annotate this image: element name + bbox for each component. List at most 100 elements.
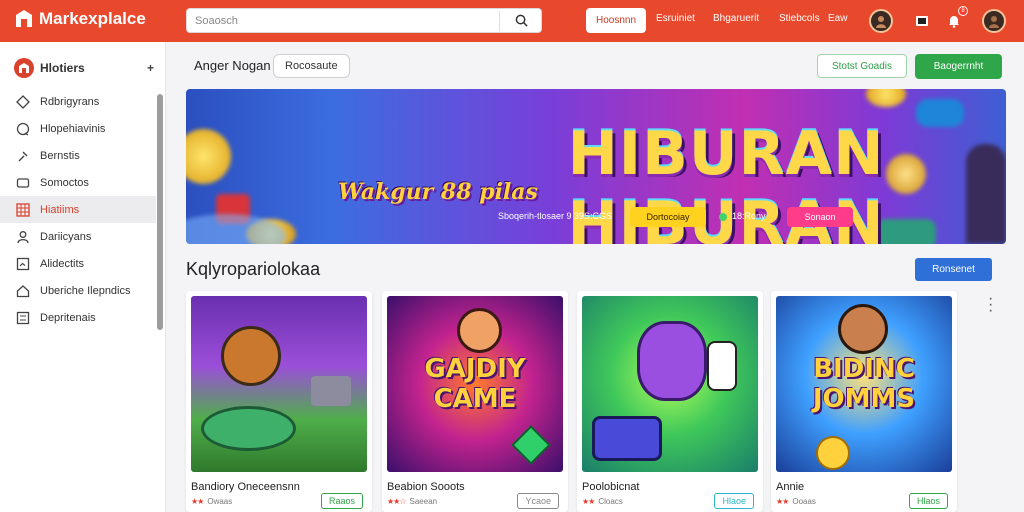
sidebar-item-8[interactable]: Uberiche Ilepndics	[0, 277, 156, 304]
game-card[interactable]: GAJDIY CAME Beabion Sooots ★★☆ Saeean Ycaoe	[382, 291, 568, 512]
top-bar: Markexplalce Hoosnnn Esruiniet Bhgarueri…	[0, 0, 1024, 42]
face-icon	[876, 16, 886, 28]
thumb-character	[457, 308, 502, 353]
search-icon	[515, 14, 528, 27]
rating-stars: ★★	[776, 497, 789, 506]
profile-avatar[interactable]	[982, 9, 1006, 33]
grid-icon	[16, 202, 30, 217]
game-thumbnail[interactable]: GAJDIY CAME	[387, 296, 563, 472]
primary-nav-button[interactable]: Hoosnnn	[586, 8, 647, 33]
page-title: Anger Nogan	[194, 58, 271, 73]
nav-link-4[interactable]: Eaw	[828, 13, 847, 24]
nav-link-1[interactable]: Esruiniet	[656, 13, 695, 24]
game-title[interactable]: Beabion Sooots	[387, 481, 465, 493]
sidebar-header[interactable]: Hlotiers +	[14, 58, 154, 78]
game-title[interactable]: Annie	[776, 481, 804, 493]
thumb-ufo	[201, 406, 296, 451]
app-title: Markexplalce	[39, 9, 146, 28]
diamond-icon	[16, 94, 30, 109]
section-title: Kqlyropariolokaa	[186, 259, 321, 279]
banner-coin	[186, 129, 231, 184]
rating-text: Saeean	[409, 497, 438, 506]
thumb-radio	[592, 416, 662, 461]
thumb-coin	[816, 436, 850, 470]
primary-action-button[interactable]: Baogerrnht	[915, 54, 1002, 79]
banner-coin	[866, 89, 906, 107]
sidebar-item-label: Somoctos	[40, 176, 89, 189]
home-icon	[16, 284, 30, 298]
game-action-pill[interactable]: Hlaos	[908, 493, 948, 509]
sidebar: Hlotiers + Rdbrigyrans Hlopehiavinis Berns…	[0, 42, 166, 512]
sidebar-item-label: Uberiche Ilepndics	[40, 284, 131, 297]
bell-icon	[949, 16, 959, 28]
rating-stars: ★★	[582, 497, 595, 506]
notification-badge: 8	[958, 6, 968, 16]
rating-text: Ooaas	[792, 497, 816, 506]
game-action-pill[interactable]: Ycaoe	[517, 493, 559, 509]
sidebar-item-label: Hlopehiavinis	[40, 122, 106, 135]
notifications-button[interactable]: 8	[942, 6, 968, 33]
thumb-gem	[511, 425, 551, 465]
nav-link-3[interactable]: Stiebcols	[779, 13, 820, 24]
more-options-icon[interactable]: · · ·	[988, 291, 993, 319]
app-logo[interactable]: Markexplalce	[14, 9, 146, 29]
game-card[interactable]: Bandiory Oneceensnn ★★ Owaas Raaos	[186, 291, 372, 512]
user-icon	[16, 230, 30, 244]
monitor-icon	[16, 176, 30, 190]
game-title[interactable]: Poolobicnat	[582, 481, 640, 493]
outline-action-button[interactable]: Stotst Goadis	[817, 54, 907, 78]
search-button[interactable]	[500, 9, 542, 32]
thumb-controller	[707, 341, 737, 391]
game-rating: ★★ Ooaas	[776, 497, 816, 506]
sidebar-item-7[interactable]: Alidectits	[0, 250, 156, 277]
game-card[interactable]: BIDINC JOMMS Annie ★★ Ooaas Hlaos	[771, 291, 957, 512]
sidebar-item-3[interactable]: Bernstis	[0, 142, 156, 169]
list-icon	[16, 311, 30, 325]
store-icon	[14, 58, 34, 78]
chat-icon	[16, 122, 30, 136]
camera-icon	[916, 16, 928, 26]
banner-meta: Sboqerih-tlosaer 9 39S:CGS	[498, 211, 613, 221]
sidebar-item-label: Bernstis	[40, 149, 80, 162]
sidebar-item-5[interactable]: Hiatiims	[0, 196, 156, 223]
sidebar-item-label: Alidectits	[40, 257, 85, 270]
sidebar-item-6[interactable]: Dariicyans	[0, 223, 156, 250]
nav-link-2[interactable]: Bhgaruerit	[713, 13, 759, 24]
banner-meta-2: 18:Rony	[732, 211, 766, 221]
hero-banner[interactable]: HIBURAN HIBURAN Wakgur 88 pilas Sboqerih…	[186, 89, 1006, 244]
sidebar-item-9[interactable]: Depritenais	[0, 304, 156, 331]
section-button[interactable]: Ronsenet	[915, 258, 992, 281]
game-action-pill[interactable]: Raaos	[320, 493, 363, 509]
banner-yellow-button[interactable]: Dortocoiay	[630, 207, 706, 227]
filter-chip[interactable]: Rocosaute	[273, 54, 350, 78]
thumb-title: BIDINC JOMMS	[812, 354, 916, 414]
thumb-title: GAJDIY CAME	[424, 354, 526, 414]
banner-subtitle: Wakgur 88 pilas	[338, 179, 538, 205]
sidebar-item-4[interactable]: Somoctos	[0, 169, 156, 196]
chart-icon	[16, 257, 30, 271]
game-title[interactable]: Bandiory Oneceensnn	[191, 481, 300, 493]
live-dot	[719, 213, 727, 221]
game-card[interactable]: Poolobicnat ★★ Cloacs Hlaoe	[577, 291, 763, 512]
game-thumbnail[interactable]: BIDINC JOMMS	[776, 296, 952, 472]
sidebar-item-label: Dariicyans	[40, 230, 92, 243]
sidebar-item-2[interactable]: Hlopehiavinis	[0, 115, 156, 142]
thumb-robot	[311, 376, 351, 406]
search-input[interactable]	[195, 12, 495, 30]
game-thumbnail[interactable]	[582, 296, 758, 472]
game-thumbnail[interactable]	[191, 296, 367, 472]
game-rating: ★★☆ Saeean	[387, 497, 437, 506]
camera-button[interactable]	[910, 9, 934, 33]
user-avatar[interactable]	[869, 9, 893, 33]
sidebar-header-label: Hlotiers	[40, 61, 85, 75]
sidebar-scrollbar[interactable]	[157, 94, 163, 330]
sidebar-item-1[interactable]: Rdbrigyrans	[0, 88, 156, 115]
face-icon	[989, 16, 999, 28]
rating-text: Cloacs	[598, 497, 623, 506]
game-rating: ★★ Owaas	[191, 497, 232, 506]
thumb-character	[637, 321, 707, 401]
collapse-icon[interactable]: +	[147, 61, 154, 75]
game-action-pill[interactable]: Hlaoe	[714, 493, 754, 509]
banner-pink-button[interactable]: Sonaon	[787, 207, 853, 227]
rating-stars: ★★☆	[387, 497, 406, 506]
